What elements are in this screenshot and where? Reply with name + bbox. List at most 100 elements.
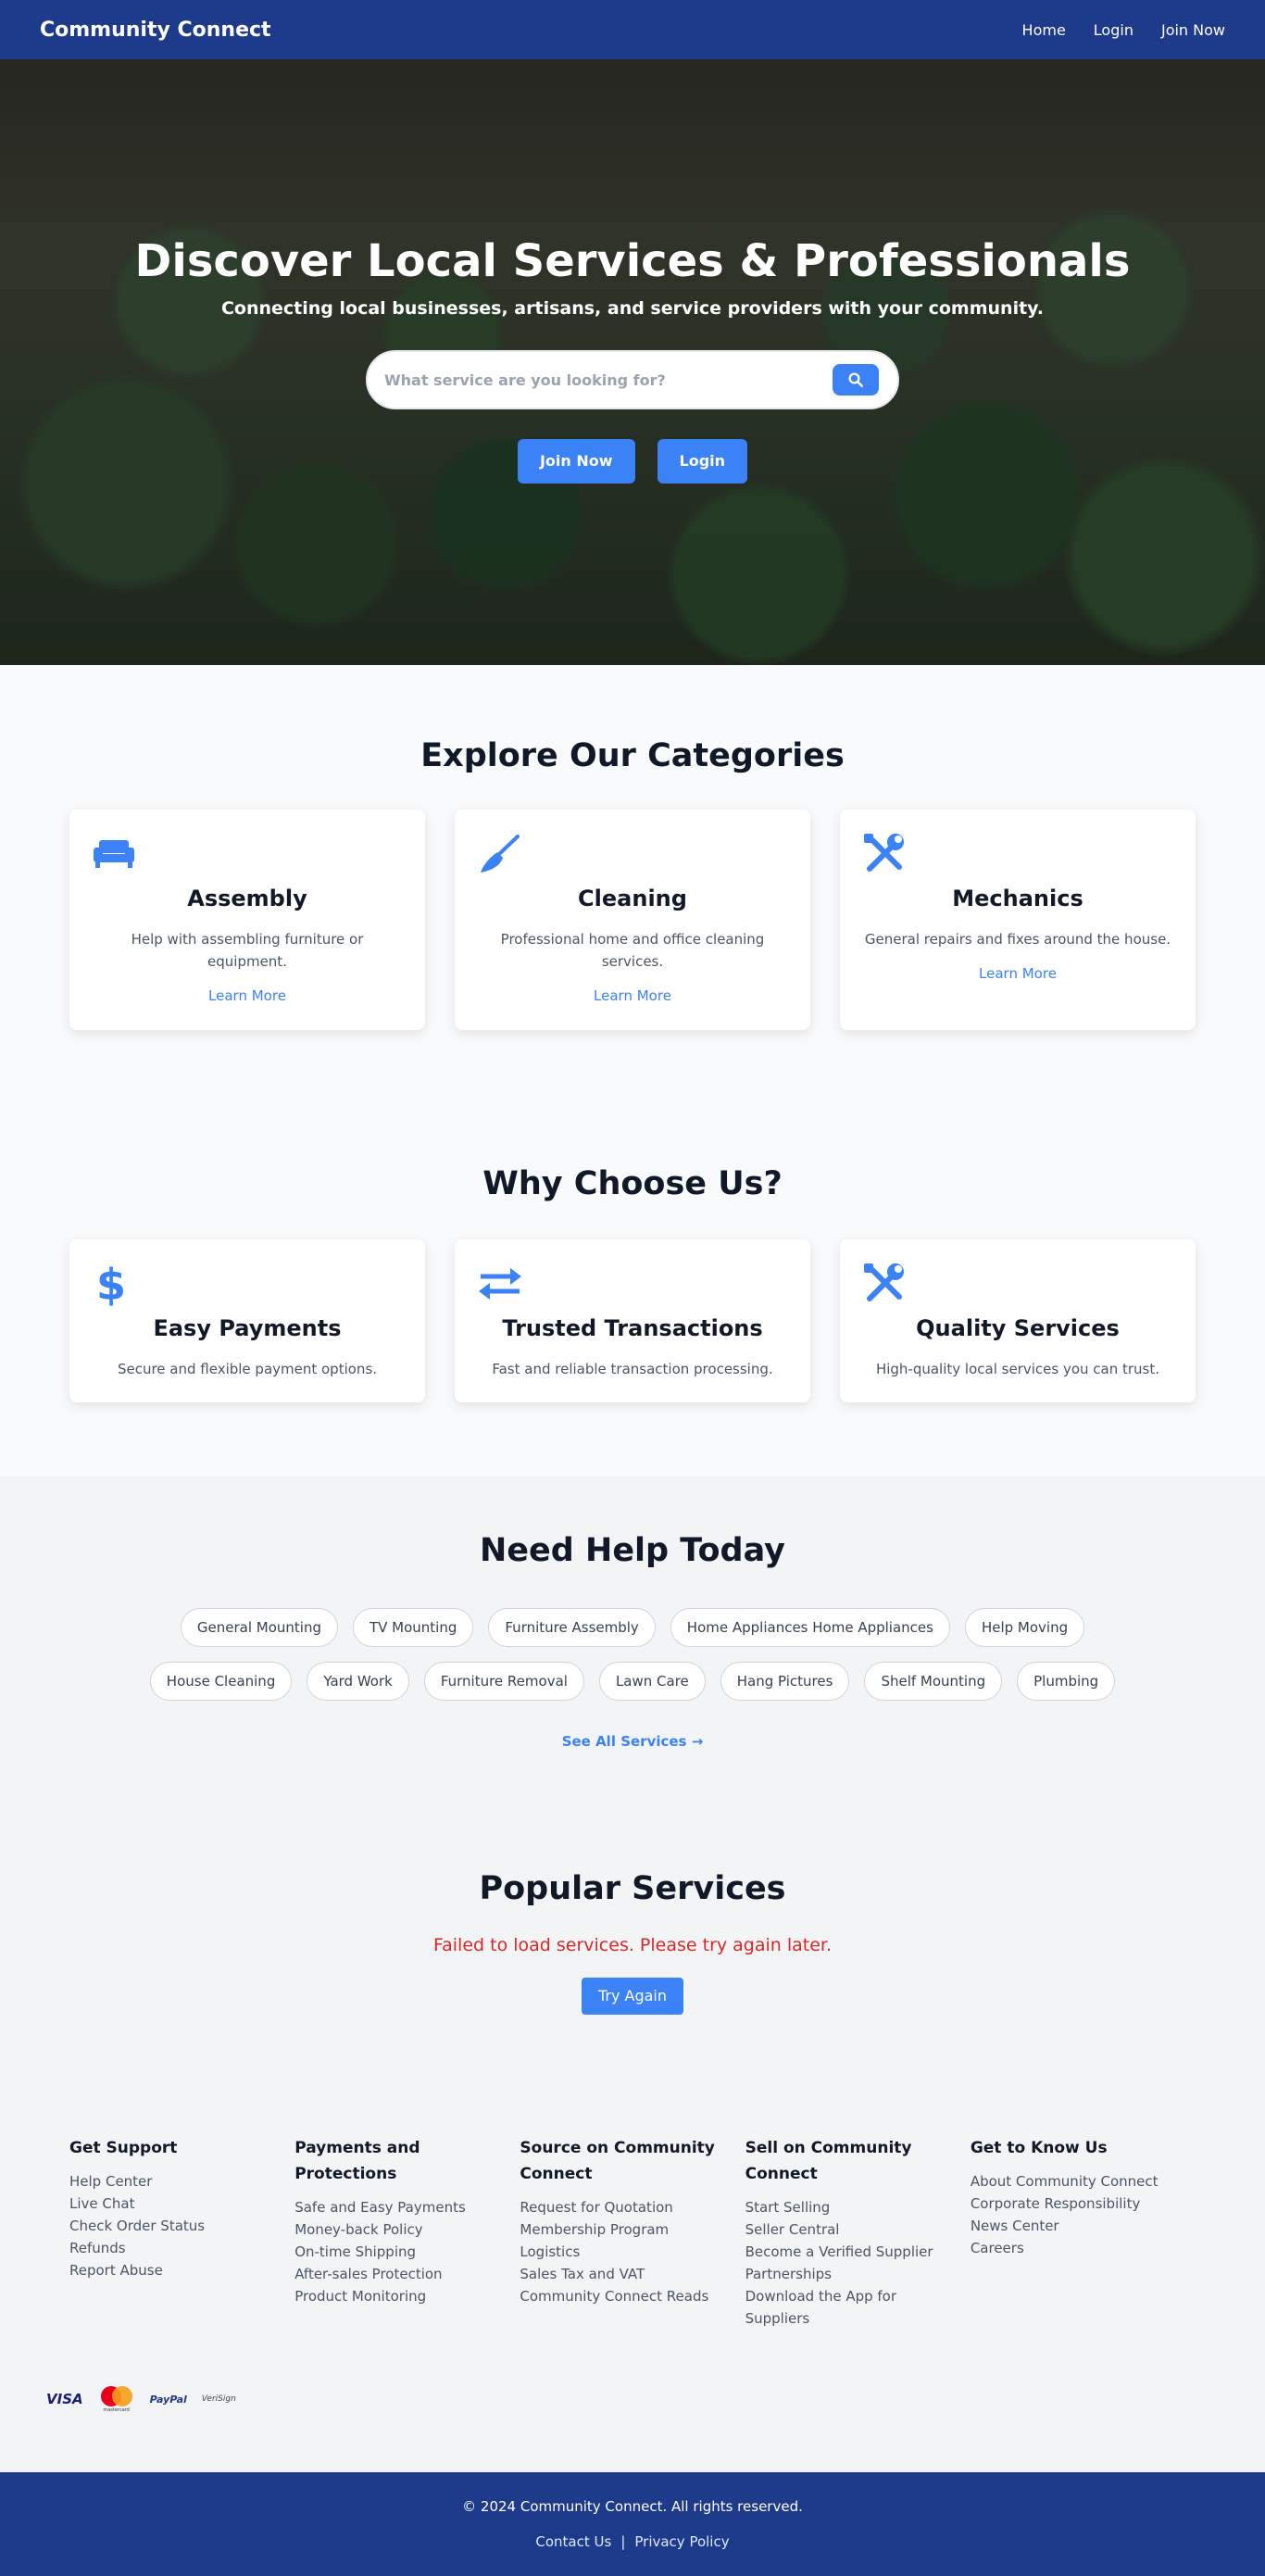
nav-home-link[interactable]: Home (1022, 21, 1066, 39)
mastercard-logo: mastercard (98, 2385, 135, 2413)
category-name: Mechanics (952, 886, 1083, 911)
footer-column-title: Sell on Community Connect (745, 2139, 912, 2183)
category-description: General repairs and fixes around the hou… (864, 931, 1171, 948)
broom-icon (481, 835, 520, 873)
service-tag[interactable]: Help Moving (964, 1608, 1085, 1647)
why-description: Fast and reliable transaction processing… (492, 1361, 773, 1377)
hero-title: Discover Local Services & Professionals (134, 235, 1131, 287)
paypal-logo: PayPal (149, 2393, 187, 2406)
service-tag[interactable]: Lawn Care (598, 1662, 706, 1701)
footer-link[interactable]: After-sales Protection (294, 2263, 501, 2285)
search-icon (848, 372, 864, 388)
footer-bottom-links: Contact Us | Privacy Policy (535, 2533, 729, 2550)
why-card-payments: $ Easy Payments Secure and flexible paym… (69, 1239, 425, 1402)
category-name: Cleaning (578, 886, 687, 911)
visa-logo: VISA (46, 2391, 83, 2407)
footer-link[interactable]: Money-back Policy (294, 2218, 501, 2241)
footer-link[interactable]: Safe and Easy Payments (294, 2196, 501, 2218)
hero-buttons: Join Now Login (517, 439, 748, 484)
service-tag[interactable]: Home Appliances Home Appliances (670, 1608, 950, 1647)
footer-column-sell: Sell on Community Connect Start Selling … (745, 2135, 971, 2330)
footer-link[interactable]: About Community Connect (971, 2170, 1177, 2193)
service-tag[interactable]: Yard Work (307, 1662, 409, 1701)
service-tag[interactable]: TV Mounting (352, 1608, 474, 1647)
help-today-title: Need Help Today (480, 1532, 785, 1569)
why-card-transactions: Trusted Transactions Fast and reliable t… (455, 1239, 810, 1402)
footer-link[interactable]: Logistics (520, 2241, 726, 2263)
footer-link[interactable]: Sales Tax and VAT (520, 2263, 726, 2285)
service-tag[interactable]: Hang Pictures (720, 1662, 850, 1701)
category-card-assembly[interactable]: Assembly Help with assembling furniture … (69, 810, 425, 1030)
category-name: Assembly (187, 886, 307, 911)
footer-link[interactable]: Download the App for Suppliers (745, 2285, 952, 2330)
category-cards: Assembly Help with assembling furniture … (0, 810, 1265, 1030)
footer-link[interactable]: Membership Program (520, 2218, 726, 2241)
learn-more-link[interactable]: Learn More (594, 987, 671, 1004)
footer-column-title: Get to Know Us (970, 2139, 1108, 2157)
footer-link[interactable]: Refunds (69, 2237, 276, 2259)
footer-link[interactable]: On-time Shipping (294, 2241, 501, 2263)
search-button[interactable] (833, 364, 879, 396)
footer-link[interactable]: Become a Verified Supplier (745, 2241, 952, 2263)
see-all-services-link[interactable]: See All Services → (562, 1733, 704, 1750)
copyright-text: © 2024 Community Connect. All rights res… (462, 2498, 803, 2515)
learn-more-link[interactable]: Learn More (208, 987, 286, 1004)
footer-link[interactable]: News Center (971, 2215, 1177, 2237)
nav-login-link[interactable]: Login (1094, 21, 1133, 39)
category-card-mechanics[interactable]: Mechanics General repairs and fixes arou… (840, 810, 1196, 1030)
couch-icon (94, 840, 134, 868)
footer-link[interactable]: Corporate Responsibility (971, 2193, 1177, 2215)
exchange-icon (479, 1268, 521, 1300)
popular-services-title: Popular Services (479, 1870, 786, 1907)
footer-column-payments: Payments and Protections Safe and Easy P… (294, 2135, 520, 2330)
service-tag[interactable]: General Mounting (180, 1608, 338, 1647)
dollar-icon: $ (97, 1261, 125, 1307)
learn-more-link[interactable]: Learn More (979, 965, 1057, 982)
footer-link[interactable]: Community Connect Reads (520, 2285, 726, 2307)
why-description: High-quality local services you can trus… (875, 1361, 1160, 1377)
footer-link[interactable]: Product Monitoring (294, 2285, 501, 2307)
mastercard-icon (100, 2386, 132, 2406)
service-tag[interactable]: House Cleaning (149, 1662, 293, 1701)
service-tag[interactable]: Furniture Assembly (488, 1608, 656, 1647)
footer-column-source: Source on Community Connect Request for … (520, 2135, 745, 2330)
footer-bottom-bar: © 2024 Community Connect. All rights res… (0, 2472, 1265, 2576)
footer-link[interactable]: Seller Central (745, 2218, 952, 2241)
footer-link[interactable]: Start Selling (745, 2196, 952, 2218)
footer-columns: Get Support Help Center Live Chat Check … (0, 2085, 1265, 2367)
why-choose-title: Why Choose Us? (482, 1165, 783, 1202)
link-separator: | (620, 2533, 626, 2550)
tools-icon (864, 834, 904, 872)
service-tag[interactable]: Shelf Mounting (864, 1662, 1003, 1701)
nav-links: Home Login Join Now (1022, 21, 1225, 39)
category-description: Help with assembling furniture or equipm… (131, 931, 364, 970)
why-description: Secure and flexible payment options. (117, 1361, 378, 1377)
privacy-policy-link[interactable]: Privacy Policy (634, 2533, 729, 2550)
brand-logo[interactable]: Community Connect (40, 19, 271, 42)
categories-title: Explore Our Categories (420, 737, 845, 774)
nav-join-link[interactable]: Join Now (1161, 21, 1225, 39)
footer-link[interactable]: Report Abuse (69, 2259, 276, 2281)
contact-us-link[interactable]: Contact Us (535, 2533, 611, 2550)
service-tags: General Mounting TV Mounting Furniture A… (114, 1608, 1151, 1701)
footer-link[interactable]: Live Chat (69, 2193, 276, 2215)
search-input[interactable] (384, 371, 810, 389)
footer-link[interactable]: Help Center (69, 2170, 276, 2193)
service-tag[interactable]: Plumbing (1017, 1662, 1116, 1701)
search-bar (366, 350, 899, 409)
try-again-button[interactable]: Try Again (581, 1978, 684, 2015)
hero-join-button[interactable]: Join Now (517, 439, 635, 484)
footer-link[interactable]: Request for Quotation (520, 2196, 726, 2218)
svg-text:$: $ (97, 1261, 125, 1307)
category-description: Professional home and office cleaning se… (500, 931, 765, 970)
why-card-quality: Quality Services High-quality local serv… (840, 1239, 1196, 1402)
category-card-cleaning[interactable]: Cleaning Professional home and office cl… (455, 810, 810, 1030)
hero-login-button[interactable]: Login (657, 439, 748, 484)
why-name: Trusted Transactions (502, 1315, 763, 1341)
service-tag[interactable]: Furniture Removal (423, 1662, 584, 1701)
footer-link[interactable]: Partnerships (745, 2263, 952, 2285)
footer-link[interactable]: Check Order Status (69, 2215, 276, 2237)
footer-column-about: Get to Know Us About Community Connect C… (971, 2135, 1196, 2330)
error-message: Failed to load services. Please try agai… (432, 1935, 833, 1955)
footer-link[interactable]: Careers (971, 2237, 1177, 2259)
